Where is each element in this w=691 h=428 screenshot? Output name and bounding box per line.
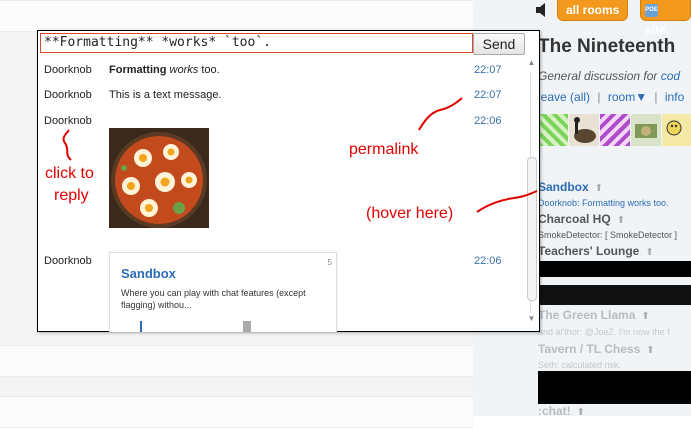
onebox-description: Where you can play with chat features (e… [121,288,306,310]
room-item-green-llama[interactable]: The Green Llama ⬆ [538,308,650,322]
message-timestamp[interactable]: 22:06 [474,115,502,127]
annotation-permalink: permalink [349,141,419,158]
onebox-divider [140,321,142,332]
pin-icon[interactable]: ⬆ [641,311,649,322]
room-item-tavern[interactable]: Tavern / TL Chess ⬆ [538,342,655,356]
message-username[interactable]: Doorknob [44,64,92,76]
send-button[interactable]: Send [473,33,525,55]
sound-icon[interactable] [535,2,553,18]
room-last-message: SmokeDetector: [ SmokeDetector ] [538,230,678,240]
redacted-bar [538,261,691,277]
chat-row-stripe [0,396,473,428]
input-row: Send [40,33,525,55]
redacted-bar [538,285,691,305]
room-item-charcoal-hq[interactable]: Charcoal HQ ⬆ [538,212,625,226]
scrollbar[interactable]: ▲ ▼ [527,59,537,327]
pin-icon[interactable]: ⬆ [646,345,654,356]
pin-icon[interactable]: ⬆ [645,247,653,258]
annotation-hover-here: (hover here) [366,205,454,222]
room-links: leave (all) | room▼ | info [538,90,685,104]
site-button[interactable]: POE site [640,0,691,37]
avatar[interactable] [600,114,630,146]
annotation-reply: reply [54,187,89,204]
onebox-title[interactable]: Sandbox [121,266,176,281]
message-timestamp[interactable]: 22:06 [474,255,502,267]
message-text: Formatting works too. [109,64,220,76]
message-timestamp[interactable]: 22:07 [474,89,502,101]
room-description: General discussion for cod [538,69,681,83]
avatar[interactable] [569,114,599,146]
onebox-divider [243,321,251,332]
pin-icon[interactable]: ⬆ [617,215,625,226]
pin-icon[interactable]: ⬆ [595,183,603,194]
onebox-count: 5 [327,258,332,267]
onebox-card[interactable]: 5 Sandbox Where you can play with chat f… [109,252,337,332]
message-username[interactable]: Doorknob [44,255,92,267]
scroll-down-icon[interactable]: ▼ [527,315,536,323]
avatar[interactable] [662,114,691,146]
leave-all-link[interactable]: all [574,90,586,104]
message-text: This is a text message. [109,89,222,101]
room-description-link[interactable]: cod [661,69,680,83]
room-item-sandbox[interactable]: Sandbox ⬆ [538,180,603,194]
pin-icon[interactable]: ⬆ [577,407,585,418]
info-link[interactable]: info [665,90,684,104]
room-last-message: Doorknob: Formatting works too. [538,198,669,208]
room-menu-link[interactable]: room▼ [608,90,647,104]
redacted-bar [538,371,691,404]
food-image[interactable] [109,128,209,228]
message-row[interactable]: Doorknob Formatting works too. 22:07 [44,64,514,80]
room-title: The Nineteenth [538,36,676,57]
message-username[interactable]: Doorknob [44,89,92,101]
message-username[interactable]: Doorknob [44,115,92,127]
message-input[interactable] [40,33,473,53]
scroll-up-icon[interactable]: ▲ [527,59,536,67]
message-row[interactable]: Doorknob This is a text message. 22:07 [44,89,514,105]
scroll-thumb[interactable] [527,157,537,301]
user-avatars [538,114,691,146]
site-logo-icon: POE [645,4,658,18]
room-item-teachers-lounge[interactable]: Teachers' Lounge ⬆ [538,244,654,258]
avatar[interactable] [538,114,568,146]
chat-popup: Send Doorknob Formatting works too. 22:0… [37,30,540,332]
all-rooms-button[interactable]: all rooms [557,0,629,21]
message-timestamp[interactable]: 22:07 [474,64,502,76]
room-last-message: and al'thor: @JoeZ. I'm now the f [538,327,670,337]
room-last-message: Seth: calculated risk. [538,360,622,370]
chat-row-stripe [0,0,473,32]
avatar[interactable] [631,114,661,146]
annotation-click-to: click to [45,165,94,182]
leave-link[interactable]: leave [538,90,567,104]
chat-row-stripe [0,345,473,377]
